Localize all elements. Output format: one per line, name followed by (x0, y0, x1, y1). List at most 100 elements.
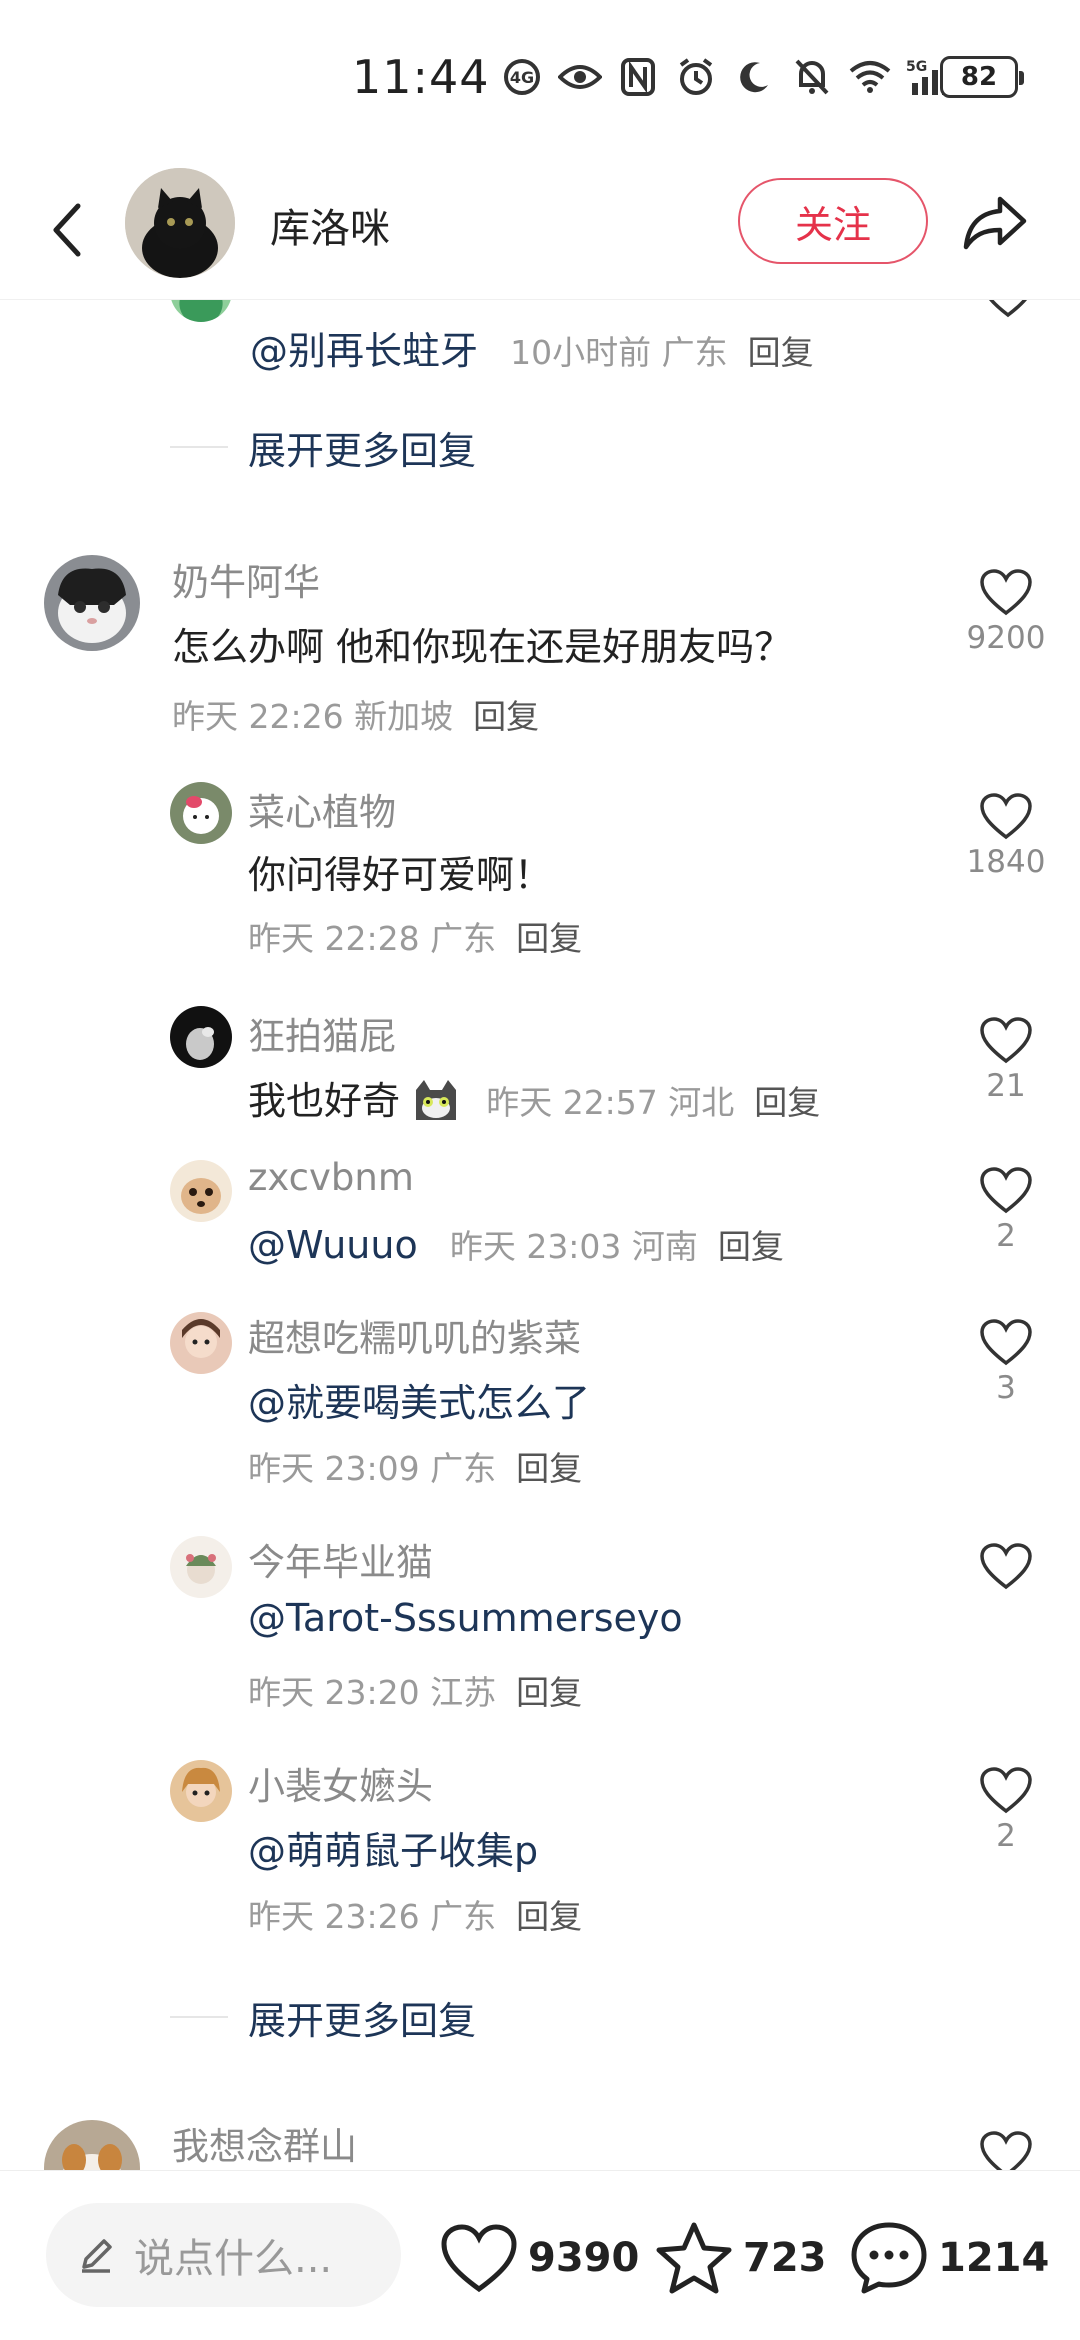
follow-button[interactable]: 关注 (738, 178, 928, 264)
like-button[interactable] (958, 1542, 1054, 1594)
expand-replies-button[interactable]: 展开更多回复 (248, 420, 476, 475)
author-avatar[interactable] (125, 168, 235, 278)
reply-username[interactable]: zxcvbnm (248, 1156, 414, 1199)
like-button[interactable] (960, 300, 1056, 318)
hd-icon: 4G (500, 55, 544, 99)
comment-text[interactable]: @别再长蛀牙 (250, 329, 478, 373)
share-button[interactable] (955, 188, 1035, 258)
like-post-button[interactable]: 9390 (440, 2213, 639, 2303)
mute-icon (790, 55, 834, 99)
avatar[interactable] (170, 300, 232, 322)
reply-button[interactable]: 回复 (473, 697, 539, 736)
divider (170, 446, 228, 448)
reply-meta: 昨天 22:28 广东 (248, 919, 497, 958)
comment-input-placeholder: 说点什么... (134, 2236, 333, 2282)
moon-icon (732, 55, 776, 99)
comment-input[interactable]: 说点什么... (46, 2203, 401, 2307)
reply-username[interactable]: 狂拍猫屁 (248, 1006, 396, 1060)
post-like-count: 9390 (528, 2235, 640, 2281)
reply-button[interactable]: 回复 (516, 1897, 582, 1936)
like-button[interactable] (958, 2130, 1054, 2170)
comment-count: 1214 (938, 2235, 1050, 2281)
heart-icon (980, 1767, 1032, 1814)
alarm-icon (674, 55, 718, 99)
expand-replies-button[interactable]: 展开更多回复 (248, 1990, 476, 2045)
heart-icon (980, 2131, 1032, 2170)
chevron-left-icon (53, 203, 81, 257)
avatar[interactable] (44, 2120, 140, 2170)
reply-button[interactable]: 回复 (516, 1449, 582, 1488)
svg-text:4G: 4G (510, 68, 534, 87)
heart-icon (980, 1543, 1032, 1590)
reply-username[interactable]: 小裴女嬷头 (248, 1756, 433, 1810)
heart-icon (980, 793, 1032, 840)
like-count: 2 (996, 1218, 1016, 1254)
comment-username[interactable]: 我想念群山 (172, 2116, 357, 2170)
reply-text[interactable]: @萌萌鼠子收集p (248, 1820, 538, 1875)
like-button[interactable]: 9200 (958, 568, 1054, 656)
pencil-icon (82, 2239, 112, 2273)
share-icon (963, 196, 1027, 250)
back-button[interactable] (36, 190, 96, 270)
comment-meta: 昨天 22:26 新加坡 (172, 697, 454, 736)
like-button[interactable]: 2 (958, 1766, 1054, 1854)
reply-meta: 昨天 23:09 广东 (248, 1449, 497, 1488)
like-count: 2 (996, 1818, 1016, 1854)
avatar[interactable] (170, 1160, 232, 1222)
author-name[interactable]: 库洛咪 (270, 196, 390, 254)
like-count: 21 (986, 1068, 1026, 1104)
reply-button[interactable]: 回复 (516, 1673, 582, 1712)
heart-icon (980, 1017, 1032, 1064)
like-count: 1840 (966, 844, 1046, 880)
chat-bubble-icon (851, 2222, 927, 2294)
avatar[interactable] (170, 1536, 232, 1598)
reply-meta: 昨天 23:03 河南 (449, 1227, 698, 1266)
like-button[interactable]: 21 (958, 1016, 1054, 1104)
status-time: 11:44 (352, 50, 490, 104)
reply-username[interactable]: 今年毕业猫 (248, 1532, 433, 1586)
reply-text[interactable]: 你问得好可爱啊！ (248, 844, 552, 899)
star-icon (656, 2222, 732, 2294)
comments-list[interactable]: @别再长蛀牙 10小时前 广东 回复 展开更多回复 奶牛阿华 怎么办啊 他和你现在… (0, 300, 1080, 2170)
divider (170, 2016, 228, 2018)
reply-button[interactable]: 回复 (748, 333, 814, 372)
eye-icon (558, 55, 602, 99)
like-count: 9200 (966, 620, 1046, 656)
reply-text[interactable]: @就要喝美式怎么了 (248, 1372, 590, 1427)
heart-icon (980, 569, 1032, 616)
avatar[interactable] (170, 782, 232, 844)
reply-text[interactable]: @Tarot-Sssummerseyo (248, 1596, 683, 1640)
battery-indicator: 82 (940, 56, 1024, 98)
nfc-icon (616, 55, 660, 99)
reply-text[interactable]: 我也好奇 (248, 1079, 400, 1123)
comment-meta: 10小时前 广东 (510, 333, 728, 372)
reply-meta: 昨天 23:20 江苏 (248, 1673, 497, 1712)
reply-button[interactable]: 回复 (718, 1227, 784, 1266)
reply-button[interactable]: 回复 (754, 1083, 820, 1122)
favorite-button[interactable]: 723 (655, 2213, 827, 2303)
bottom-action-bar: 说点什么... 9390 723 1214 (0, 2170, 1080, 2340)
heart-icon (980, 1167, 1032, 1214)
reply-username[interactable]: 菜心植物 (248, 782, 396, 836)
like-button[interactable]: 2 (958, 1166, 1054, 1254)
avatar[interactable] (170, 1006, 232, 1068)
like-button[interactable]: 1840 (958, 792, 1054, 880)
avatar[interactable] (44, 555, 140, 651)
network-type: 5G (906, 59, 927, 75)
comment-username[interactable]: 奶牛阿华 (172, 552, 320, 606)
like-count: 3 (996, 1370, 1016, 1406)
avatar[interactable] (170, 1312, 232, 1374)
reply-meta: 昨天 23:26 广东 (248, 1897, 497, 1936)
avatar[interactable] (170, 1760, 232, 1822)
comment-button[interactable]: 1214 (850, 2213, 1049, 2303)
wifi-icon (848, 55, 892, 99)
heart-icon (989, 300, 1027, 318)
reply-text[interactable]: @Wuuuo (248, 1223, 418, 1267)
reply-username[interactable]: 超想吃糯叽叽的紫菜 (248, 1308, 581, 1362)
comment-text[interactable]: 怎么办啊 他和你现在还是好朋友吗？ (172, 616, 792, 671)
status-icons: 4G 5G (500, 52, 966, 102)
like-button[interactable]: 3 (958, 1318, 1054, 1406)
cat-sticker-icon (416, 1080, 457, 1120)
reply-button[interactable]: 回复 (516, 919, 582, 958)
heart-icon (980, 1319, 1032, 1366)
